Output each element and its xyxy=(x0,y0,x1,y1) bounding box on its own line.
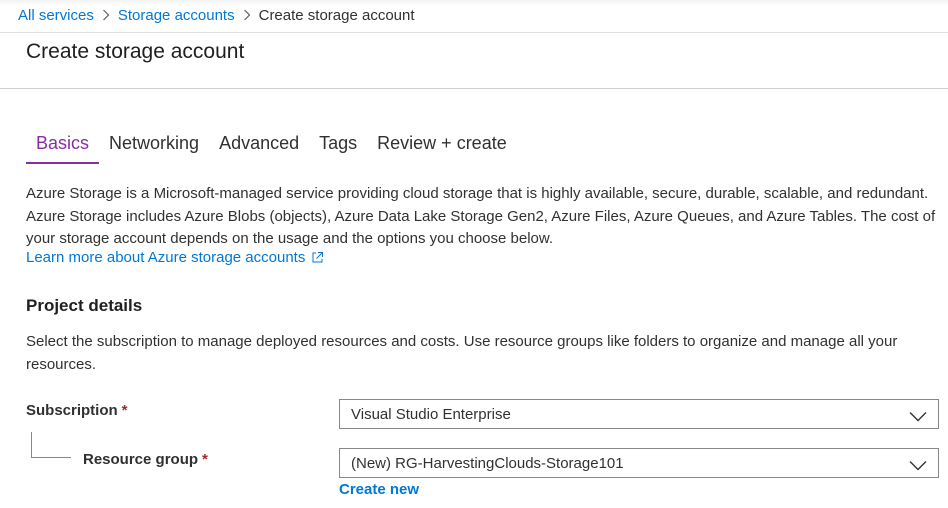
subscription-dropdown[interactable]: Visual Studio Enterprise xyxy=(339,399,939,429)
subscription-label-text: Subscription xyxy=(26,402,118,419)
chevron-right-icon xyxy=(102,8,110,24)
external-link-icon xyxy=(311,251,324,264)
project-details-description: Select the subscription to manage deploy… xyxy=(26,333,898,373)
tab-bar: Basics Networking Advanced Tags Review +… xyxy=(26,131,517,164)
required-marker: * xyxy=(121,402,128,419)
learn-more-link-label: Learn more about Azure storage accounts xyxy=(26,249,306,266)
tab-networking[interactable]: Networking xyxy=(99,131,209,164)
learn-more-link[interactable]: Learn more about Azure storage accounts xyxy=(26,249,324,266)
project-details-heading: Project details xyxy=(26,296,143,315)
resource-group-value: (New) RG-HarvestingClouds-Storage101 xyxy=(351,455,624,472)
tab-advanced[interactable]: Advanced xyxy=(209,131,309,164)
breadcrumb-current: Create storage account xyxy=(258,7,415,24)
subscription-value: Visual Studio Enterprise xyxy=(351,406,511,423)
chevron-down-icon xyxy=(909,458,927,471)
resource-group-dropdown[interactable]: (New) RG-HarvestingClouds-Storage101 xyxy=(339,448,939,478)
chevron-right-icon xyxy=(243,8,251,24)
top-bar: All services Storage accounts Create sto… xyxy=(0,0,948,33)
tab-tags[interactable]: Tags xyxy=(309,131,367,164)
resource-group-label: Resource group * xyxy=(83,451,208,468)
breadcrumb-all-services[interactable]: All services xyxy=(18,7,94,24)
required-marker: * xyxy=(202,451,208,468)
intro-text: Azure Storage is a Microsoft-managed ser… xyxy=(26,185,936,247)
page-title: Create storage account xyxy=(26,40,245,63)
tree-connector xyxy=(31,432,71,458)
resource-group-label-text: Resource group xyxy=(83,451,199,468)
breadcrumb-storage-accounts[interactable]: Storage accounts xyxy=(118,7,235,24)
subscription-label: Subscription * xyxy=(26,402,128,419)
tab-basics[interactable]: Basics xyxy=(26,131,100,164)
chevron-down-icon xyxy=(909,409,927,422)
tab-review-create[interactable]: Review + create xyxy=(367,131,517,164)
breadcrumb: All services Storage accounts Create sto… xyxy=(18,7,415,24)
create-new-link[interactable]: Create new xyxy=(339,481,419,498)
title-divider xyxy=(0,88,948,89)
